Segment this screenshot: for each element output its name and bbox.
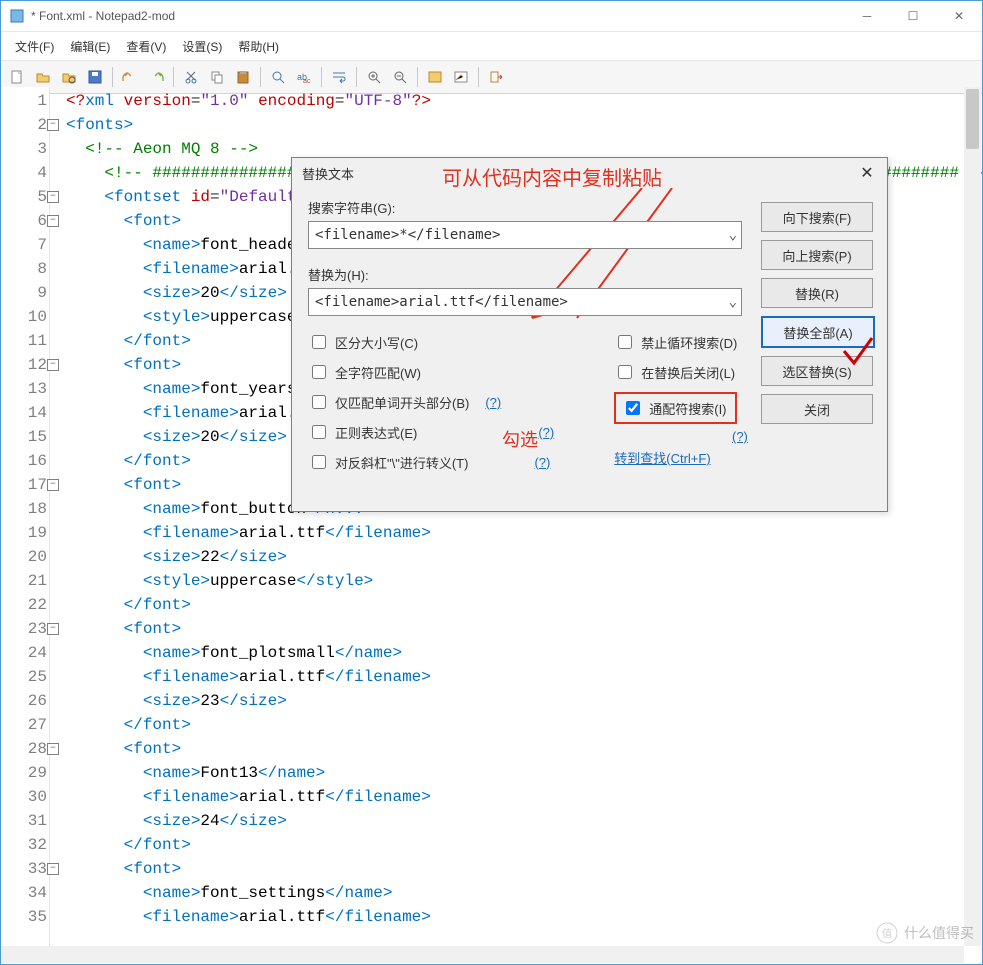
save-icon[interactable] [83,65,107,89]
close-button[interactable]: ✕ [936,1,982,31]
check-close-after[interactable]: 在替换后关闭(L) [614,362,737,382]
dialog-close-icon[interactable]: ✕ [847,158,887,188]
menu-settings[interactable]: 设置(S) [174,36,230,57]
zoom-in-icon[interactable] [362,65,386,89]
copy-icon[interactable] [205,65,229,89]
replace-button[interactable]: 替换(R) [761,278,873,308]
app-icon [9,8,25,24]
maximize-button[interactable]: ☐ [890,1,936,31]
check-escape[interactable]: 对反斜杠"\"进行转义(T)(?) [308,452,554,472]
svg-text:ac: ac [303,78,311,85]
paste-icon[interactable] [231,65,255,89]
menu-file[interactable]: 文件(F) [7,36,62,57]
goto-find-link[interactable]: 转到查找(Ctrl+F) [614,448,737,467]
customize-icon[interactable] [449,65,473,89]
search-input[interactable]: <filename>*</filename>⌄ [308,221,742,249]
find-icon[interactable] [266,65,290,89]
find-prev-button[interactable]: 向上搜索(P) [761,240,873,270]
horizontal-scrollbar[interactable] [1,946,964,963]
replace-icon[interactable]: abac [292,65,316,89]
redo-icon[interactable] [144,65,168,89]
chevron-down-icon[interactable]: ⌄ [729,294,737,310]
check-no-wrap[interactable]: 禁止循环搜索(D) [614,332,737,352]
replace-dialog: 替换文本 ✕ 可从代码内容中复制粘贴 搜索字符串(G): <filename>*… [291,157,888,512]
menu-view[interactable]: 查看(V) [118,36,174,57]
window-title: * Font.xml - Notepad2-mod [31,9,844,23]
vertical-scrollbar[interactable] [964,87,981,946]
watermark: 值 什么值得买 [876,922,974,944]
exit-icon[interactable] [484,65,508,89]
wordwrap-icon[interactable] [327,65,351,89]
zoom-out-icon[interactable] [388,65,412,89]
svg-text:值: 值 [882,927,892,940]
line-gutter: 12−345−6−789101112−1314151617−1819202122… [1,87,50,946]
check-wildcard[interactable]: 通配符搜索(I) [614,392,737,424]
help-link[interactable]: (?) [538,425,554,440]
help-link[interactable]: (?) [534,455,550,470]
scheme-icon[interactable] [423,65,447,89]
minimize-button[interactable]: ─ [844,1,890,31]
annotation-check: 勾选 [502,426,538,452]
checkmark-icon [839,336,879,376]
open-file-icon[interactable] [31,65,55,89]
check-case[interactable]: 区分大小写(C) [308,332,554,352]
dialog-close-button[interactable]: 关闭 [761,394,873,424]
browse-icon[interactable] [57,65,81,89]
undo-icon[interactable] [118,65,142,89]
find-next-button[interactable]: 向下搜索(F) [761,202,873,232]
cut-icon[interactable] [179,65,203,89]
check-whole-word[interactable]: 全字符匹配(W) [308,362,554,382]
menu-edit[interactable]: 编辑(E) [62,36,118,57]
replace-input[interactable]: <filename>arial.ttf</filename>⌄ [308,288,742,316]
titlebar: * Font.xml - Notepad2-mod ─ ☐ ✕ [1,1,982,32]
annotation-copy: 可从代码内容中复制粘贴 [442,162,662,191]
chevron-down-icon[interactable]: ⌄ [729,227,737,243]
help-link[interactable]: (?) [485,395,501,410]
menubar: 文件(F) 编辑(E) 查看(V) 设置(S) 帮助(H) [1,32,982,61]
help-link[interactable]: (?) [732,429,748,444]
menu-help[interactable]: 帮助(H) [230,36,287,57]
check-word-start[interactable]: 仅匹配单词开头部分(B)(?) [308,392,554,412]
new-file-icon[interactable] [5,65,29,89]
